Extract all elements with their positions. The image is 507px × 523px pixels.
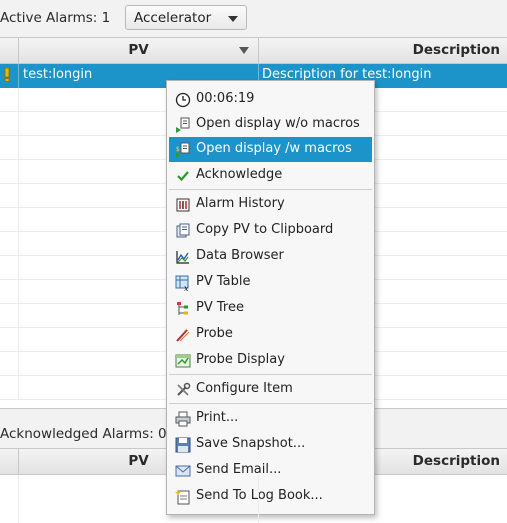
warning-icon: [4, 68, 10, 82]
svg-text:$: $: [176, 146, 180, 153]
copy-icon: [176, 223, 190, 238]
acknowledged-alarms-label: Acknowledged Alarms: 0: [0, 426, 167, 442]
menu-item-print[interactable]: Print...: [169, 406, 372, 431]
menu-item-probe[interactable]: Probe: [169, 322, 372, 347]
ack-severity-column-header[interactable]: [0, 449, 19, 474]
alarm-history-icon: [176, 198, 190, 212]
save-icon: [175, 437, 191, 453]
menu-item-probe-display[interactable]: Probe Display: [169, 348, 372, 373]
pv-table-icon: x: [175, 275, 189, 291]
menu-item-label: Probe Display: [196, 352, 285, 367]
empty-cell: [0, 352, 19, 376]
empty-cell: [0, 88, 19, 112]
menu-item-label: Alarm History: [196, 196, 285, 211]
severity-cell: [0, 64, 19, 88]
menu-item-label: 00:06:19: [196, 91, 255, 106]
menu-item-alarm-history[interactable]: Alarm History: [169, 192, 372, 217]
menu-item-label: Copy PV to Clipboard: [196, 222, 334, 237]
data-browser-icon: [176, 251, 189, 264]
empty-cell: [0, 184, 19, 208]
menu-item-open-display-macros[interactable]: $ Open display /w macros: [169, 137, 372, 162]
print-icon: [175, 411, 191, 427]
menu-item-label: Open display /w macros: [196, 141, 352, 156]
open-display-macros-icon: $: [176, 142, 190, 158]
checkmark-icon: [177, 171, 189, 182]
menu-separator: [169, 403, 372, 404]
alarm-context-menu: 00:06:19 Open display w/o macros $ Open …: [166, 80, 375, 515]
pv-column-label: PV: [128, 42, 149, 58]
empty-cell: [0, 112, 19, 136]
probe-icon: [176, 329, 190, 342]
menu-item-label: Acknowledge: [196, 167, 283, 182]
empty-cell: [0, 328, 19, 352]
empty-cell: [0, 280, 19, 304]
empty-cell: [0, 304, 19, 328]
empty-cell: [0, 475, 19, 523]
empty-cell: [0, 136, 19, 160]
pv-column-header[interactable]: PV: [19, 38, 259, 63]
menu-item-open-display-no-macros[interactable]: Open display w/o macros: [169, 112, 372, 137]
empty-cell: [0, 376, 19, 400]
menu-item-label: Configure Item: [196, 381, 293, 396]
menu-item-time[interactable]: 00:06:19: [169, 87, 372, 112]
menu-item-acknowledge[interactable]: Acknowledge: [169, 163, 372, 188]
svg-text:x: x: [184, 284, 189, 291]
menu-item-pv-table[interactable]: x PV Table: [169, 270, 372, 295]
menu-item-label: Data Browser: [196, 248, 284, 263]
menu-item-label: Open display w/o macros: [196, 116, 360, 131]
menu-item-pv-tree[interactable]: PV Tree: [169, 296, 372, 321]
area-filter-dropdown[interactable]: Accelerator: [125, 5, 247, 30]
menu-separator: [169, 189, 372, 190]
empty-cell: [0, 232, 19, 256]
menu-item-label: Save Snapshot...: [196, 436, 306, 451]
empty-cell: [0, 208, 19, 232]
menu-item-label: PV Tree: [196, 300, 244, 315]
severity-column-header[interactable]: [0, 38, 19, 63]
menu-item-data-browser[interactable]: Data Browser: [169, 244, 372, 269]
menu-item-label: PV Table: [196, 274, 251, 289]
menu-item-save-snapshot[interactable]: Save Snapshot...: [169, 432, 372, 457]
clock-icon: [175, 92, 191, 108]
menu-item-label: Probe: [196, 326, 233, 341]
pv-tree-icon: [177, 302, 188, 315]
active-alarms-label: Active Alarms: 1: [0, 10, 111, 26]
description-column-header[interactable]: Description: [259, 38, 507, 63]
open-display-icon: [176, 117, 190, 133]
menu-item-configure[interactable]: Configure Item: [169, 377, 372, 402]
active-table-header: PV Description: [0, 37, 507, 64]
area-filter-value: Accelerator: [134, 10, 212, 26]
menu-separator: [169, 374, 372, 375]
ack-empty-area: [0, 475, 507, 523]
chevron-down-icon: [228, 16, 238, 22]
empty-cell: [19, 475, 259, 523]
active-alarms-toolbar: Active Alarms: 1 Accelerator: [0, 0, 507, 37]
empty-cell: [0, 160, 19, 184]
probe-display-icon: [175, 354, 191, 368]
sort-descending-icon: [239, 47, 249, 54]
empty-cell: [0, 256, 19, 280]
menu-item-copy-pv[interactable]: Copy PV to Clipboard: [169, 218, 372, 243]
menu-item-label: Print...: [196, 410, 239, 425]
configure-icon: [177, 382, 191, 396]
